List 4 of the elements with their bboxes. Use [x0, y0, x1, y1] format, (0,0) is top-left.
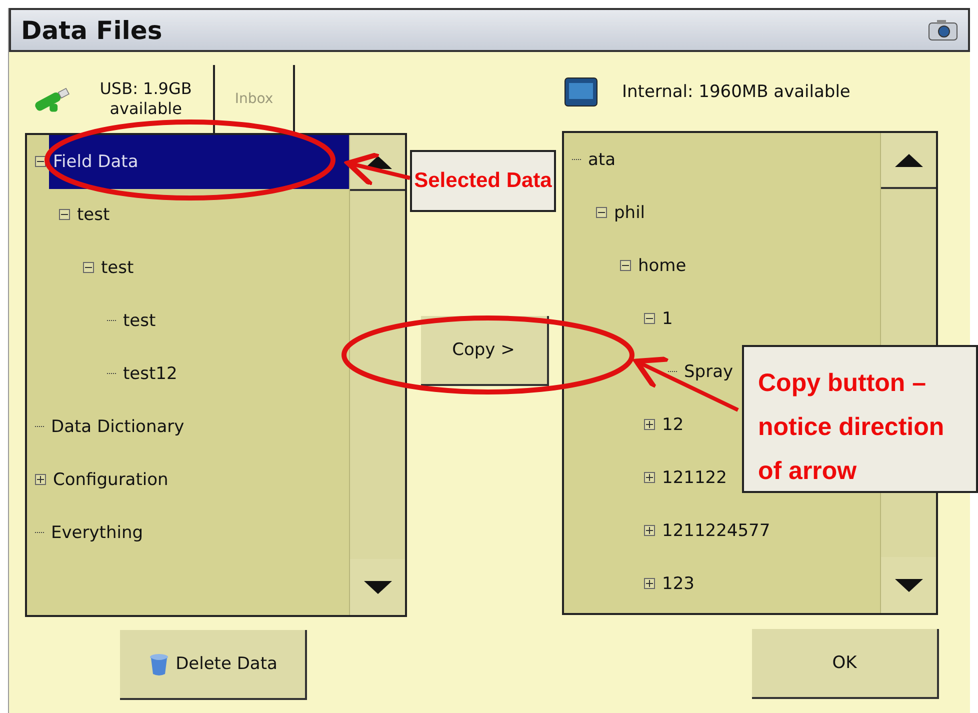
- annotation-tooltip: Copy button – notice direction of arrow: [742, 345, 978, 493]
- window-title: Data Files: [21, 16, 162, 44]
- annotation-tooltip: Selected Data: [410, 150, 556, 212]
- internal-storage-label: Internal: 1960MB available: [622, 82, 850, 102]
